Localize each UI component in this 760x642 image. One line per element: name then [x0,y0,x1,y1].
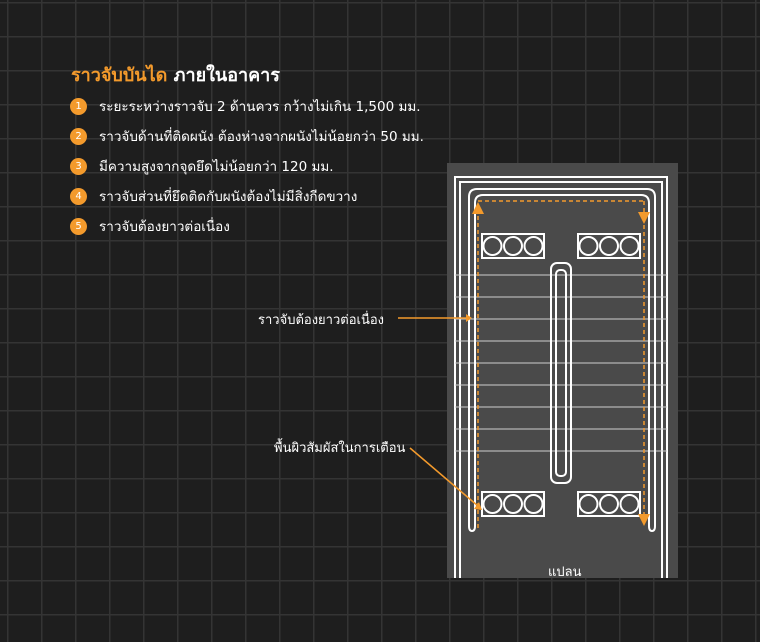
callout-continuous-rail: ราวจับต้องยาวต่อเนื่อง [258,313,385,328]
callout-warning-surface: พื้นผิวสัมผัสในการเตือน [274,441,406,456]
plan-label: แปลน [548,565,582,580]
